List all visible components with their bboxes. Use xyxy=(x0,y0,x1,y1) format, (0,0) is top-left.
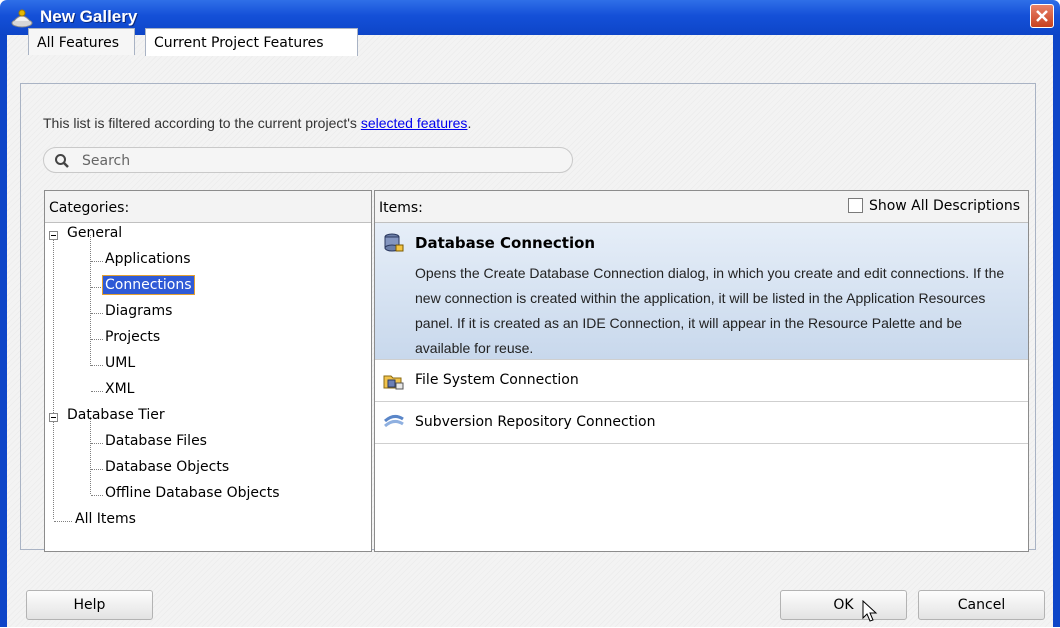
tree-node-diagrams[interactable]: Diagrams xyxy=(103,303,174,325)
items-label: Items: xyxy=(379,200,423,216)
cancel-button[interactable]: Cancel xyxy=(918,590,1045,620)
tree-line xyxy=(53,235,54,519)
new-gallery-dialog: New Gallery All Features Current Project… xyxy=(0,0,1060,627)
ok-button[interactable]: OK xyxy=(780,590,907,620)
collapse-icon[interactable] xyxy=(49,231,58,240)
database-connection-icon xyxy=(383,233,405,257)
tree-line xyxy=(91,287,103,288)
tree-line xyxy=(54,521,72,522)
close-button[interactable] xyxy=(1030,4,1054,28)
tree-label: General xyxy=(67,225,123,241)
filter-text: This list is filtered according to the c… xyxy=(43,115,361,131)
help-button[interactable]: Help xyxy=(26,590,153,620)
item-database-connection[interactable]: Database Connection Opens the Create Dat… xyxy=(375,223,1028,360)
tree-line xyxy=(91,313,103,314)
tree-label: XML xyxy=(105,381,135,397)
tree-node-database-tier[interactable]: Database Tier xyxy=(49,407,167,429)
tree-line xyxy=(91,261,103,262)
tree-line xyxy=(91,365,103,366)
tree-label: All Items xyxy=(75,511,136,527)
window-title: New Gallery xyxy=(40,7,138,26)
tree-node-database-objects[interactable]: Database Objects xyxy=(103,459,231,481)
tree-label: Database Tier xyxy=(67,407,165,423)
search-input[interactable] xyxy=(80,151,554,171)
selected-features-link[interactable]: selected features xyxy=(361,115,468,131)
tree-line xyxy=(91,443,103,444)
tree-line xyxy=(91,495,103,496)
show-all-descriptions-checkbox[interactable]: Show All Descriptions xyxy=(847,198,1020,214)
button-label: Cancel xyxy=(957,597,1006,613)
tab-label: Current Project Features xyxy=(154,35,324,51)
tree-node-uml[interactable]: UML xyxy=(103,355,137,377)
mouse-cursor-icon xyxy=(862,599,878,628)
categories-label: Categories: xyxy=(49,200,130,216)
tree-node-offline-database-objects[interactable]: Offline Database Objects xyxy=(103,485,282,507)
show-all-label: Show All Descriptions xyxy=(868,198,1020,214)
tree-label: Offline Database Objects xyxy=(105,485,280,501)
button-label: OK xyxy=(833,597,854,613)
gallery-icon xyxy=(10,7,34,29)
tab-all-features[interactable]: All Features xyxy=(28,28,135,55)
checkbox-box[interactable] xyxy=(847,198,863,213)
categories-pane: Categories: General Applications Connect… xyxy=(44,190,372,552)
item-title: File System Connection xyxy=(415,372,579,388)
tree-label: Diagrams xyxy=(105,303,173,319)
filter-description: This list is filtered according to the c… xyxy=(43,115,471,131)
filter-suffix: . xyxy=(467,115,472,131)
tab-label: All Features xyxy=(37,35,120,51)
file-system-connection-icon xyxy=(383,371,405,395)
collapse-icon[interactable] xyxy=(49,413,58,422)
tree-label: Database Files xyxy=(105,433,207,449)
window-border-right xyxy=(1053,35,1060,627)
window-border-left xyxy=(0,35,7,627)
tree-label: Applications xyxy=(105,251,191,267)
tree-label: Database Objects xyxy=(105,459,230,475)
subversion-icon xyxy=(383,413,405,435)
tree-node-applications[interactable]: Applications xyxy=(103,251,193,273)
item-description: Opens the Create Database Connection dia… xyxy=(415,265,1005,356)
categories-header: Categories: xyxy=(45,191,371,223)
tree-line xyxy=(91,391,103,392)
search-icon xyxy=(54,153,70,173)
items-header: Items: Show All Descriptions xyxy=(375,191,1028,223)
button-label: Help xyxy=(73,597,106,613)
close-icon xyxy=(1036,10,1048,22)
tree-node-xml[interactable]: XML xyxy=(103,381,136,403)
tree-line xyxy=(91,469,103,470)
item-title: Subversion Repository Connection xyxy=(415,414,656,430)
tree-line xyxy=(90,235,91,366)
item-file-system-connection[interactable]: File System Connection xyxy=(375,360,1028,402)
tree-node-all-items[interactable]: All Items xyxy=(73,511,138,533)
tree-node-projects[interactable]: Projects xyxy=(103,329,162,351)
tab-current-project-features[interactable]: Current Project Features xyxy=(145,28,358,56)
tree-label: Projects xyxy=(105,329,161,345)
tree-label: Connections xyxy=(102,275,195,295)
item-subversion-repository-connection[interactable]: Subversion Repository Connection xyxy=(375,402,1028,444)
tree-line xyxy=(91,339,103,340)
tree-label: UML xyxy=(105,355,136,371)
tree-node-general[interactable]: General xyxy=(49,225,124,247)
search-box[interactable] xyxy=(43,147,573,173)
tree-node-connections[interactable]: Connections xyxy=(102,275,195,299)
item-title: Database Connection xyxy=(415,234,596,252)
tree-node-database-files[interactable]: Database Files xyxy=(103,433,209,455)
items-pane: Items: Show All Descriptions Database Co… xyxy=(374,190,1029,552)
